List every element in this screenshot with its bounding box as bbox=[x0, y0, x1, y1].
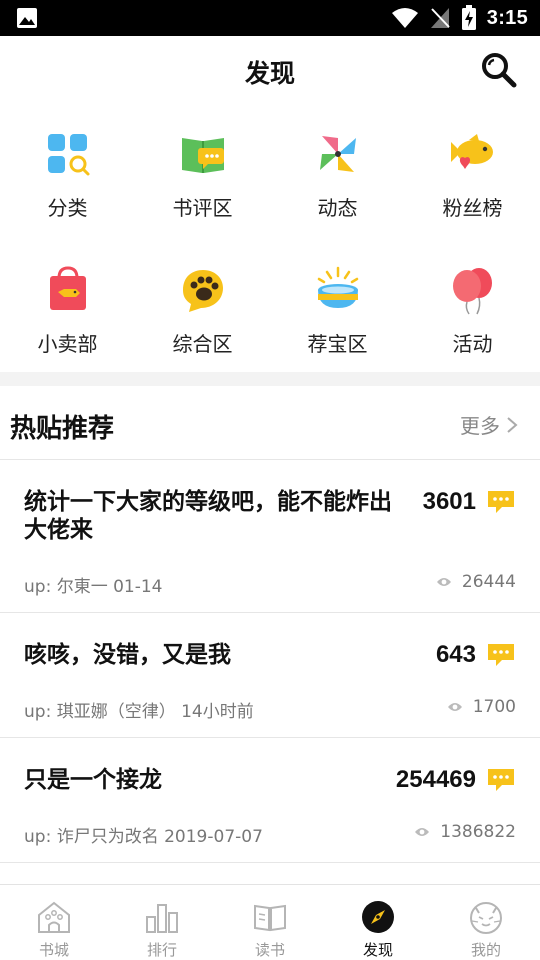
hot-post-item[interactable]: 统计一下大家的等级吧，能不能炸出大佬来 3601 up: 尔東一 01-14 2… bbox=[0, 460, 540, 613]
bottom-navigation: 书城 排行 读书 发现 我的 bbox=[0, 884, 540, 960]
category-item-fan-ranking[interactable]: 粉丝榜 bbox=[405, 112, 540, 240]
category-item-treasure[interactable]: 荐宝区 bbox=[270, 248, 405, 376]
post-meta: up: 琪亚娜（空律） 14小时前 bbox=[24, 702, 254, 722]
nav-discover[interactable]: 发现 bbox=[324, 885, 432, 960]
eye-icon bbox=[447, 703, 462, 711]
hot-posts-header: 热贴推荐 更多 bbox=[0, 386, 540, 460]
post-title: 统计一下大家的等级吧，能不能炸出大佬来 bbox=[24, 489, 392, 543]
category-label: 综合区 bbox=[172, 332, 233, 356]
status-time: 3:15 bbox=[486, 6, 528, 29]
post-views: 1700 bbox=[447, 697, 516, 717]
category-item-events[interactable]: 活动 bbox=[405, 248, 540, 376]
comment-count: 3601 bbox=[422, 488, 476, 515]
shopping-bag-icon bbox=[49, 266, 86, 310]
nav-bookstore[interactable]: 书城 bbox=[0, 885, 108, 960]
view-count: 1700 bbox=[472, 697, 516, 717]
category-label: 分类 bbox=[47, 196, 88, 220]
more-label: 更多 bbox=[460, 414, 500, 438]
chevron-right-icon bbox=[507, 416, 518, 433]
category-label: 小卖部 bbox=[37, 332, 98, 356]
treasure-bowl-icon bbox=[317, 266, 358, 308]
nav-ranking[interactable]: 排行 bbox=[108, 885, 216, 960]
post-meta: up: 尔東一 01-14 bbox=[24, 577, 163, 597]
nav-label: 我的 bbox=[470, 941, 501, 959]
view-count: 26444 bbox=[461, 572, 516, 592]
wifi-icon bbox=[391, 8, 418, 28]
eye-icon bbox=[415, 828, 430, 836]
page-title: 发现 bbox=[244, 59, 295, 88]
category-label: 粉丝榜 bbox=[442, 196, 503, 220]
hot-post-item[interactable]: 咳咳，没错，又是我 643 up: 琪亚娜（空律） 14小时前 1700 bbox=[0, 613, 540, 738]
comment-bubble-icon bbox=[488, 769, 514, 791]
no-signal-icon bbox=[430, 8, 450, 28]
compass-icon bbox=[362, 901, 394, 933]
search-icon[interactable] bbox=[480, 51, 518, 89]
comment-bubble-icon bbox=[488, 491, 514, 513]
post-views: 26444 bbox=[436, 572, 516, 592]
nav-label: 读书 bbox=[254, 941, 285, 959]
nav-label: 排行 bbox=[146, 941, 177, 959]
pinwheel-icon bbox=[319, 136, 356, 172]
category-label: 书评区 bbox=[172, 196, 233, 220]
paw-icon bbox=[182, 270, 223, 312]
category-item-classification[interactable]: 分类 bbox=[0, 112, 135, 240]
balloons-icon bbox=[452, 268, 492, 315]
category-grid-icon bbox=[47, 134, 89, 176]
fish-heart-icon bbox=[450, 134, 493, 169]
post-views: 1386822 bbox=[414, 822, 516, 842]
ranking-bars-icon bbox=[146, 904, 178, 933]
hot-posts-title: 热贴推荐 bbox=[10, 414, 115, 444]
comment-count: 643 bbox=[435, 641, 476, 668]
post-title: 只是一个接龙 bbox=[24, 767, 162, 793]
cat-face-icon bbox=[470, 902, 502, 934]
bookstore-house-icon bbox=[38, 901, 70, 933]
nav-label: 发现 bbox=[362, 941, 393, 959]
category-label: 活动 bbox=[452, 332, 493, 356]
category-item-activity-feed[interactable]: 动态 bbox=[270, 112, 405, 240]
hot-post-item[interactable]: 只是一个接龙 254469 up: 诈尸只为改名 2019-07-07 1386… bbox=[0, 738, 540, 863]
section-divider bbox=[0, 372, 540, 386]
image-notification-icon bbox=[17, 8, 37, 28]
category-item-general[interactable]: 综合区 bbox=[135, 248, 270, 376]
post-title: 咳咳，没错，又是我 bbox=[24, 642, 231, 668]
discover-category-grid: 分类 书评区 动态 粉丝榜 小卖部 综合区 荐宝区 活动 bbox=[0, 112, 540, 370]
more-link[interactable]: 更多 bbox=[460, 410, 518, 439]
comment-count: 254469 bbox=[395, 766, 476, 793]
status-bar: 3:15 bbox=[0, 0, 540, 36]
nav-reading[interactable]: 读书 bbox=[216, 885, 324, 960]
nav-profile[interactable]: 我的 bbox=[432, 885, 540, 960]
nav-label: 书城 bbox=[38, 941, 69, 959]
category-label: 荐宝区 bbox=[307, 332, 368, 356]
book-comment-icon bbox=[181, 138, 224, 173]
battery-charging-icon bbox=[461, 5, 476, 30]
post-meta: up: 诈尸只为改名 2019-07-07 bbox=[24, 827, 263, 847]
eye-icon bbox=[436, 578, 451, 586]
page-header: 发现 bbox=[0, 36, 540, 104]
open-book-icon bbox=[254, 904, 286, 932]
category-item-book-review[interactable]: 书评区 bbox=[135, 112, 270, 240]
comment-bubble-icon bbox=[488, 644, 514, 666]
category-item-shop[interactable]: 小卖部 bbox=[0, 248, 135, 376]
view-count: 1386822 bbox=[440, 822, 516, 842]
category-label: 动态 bbox=[317, 196, 358, 220]
